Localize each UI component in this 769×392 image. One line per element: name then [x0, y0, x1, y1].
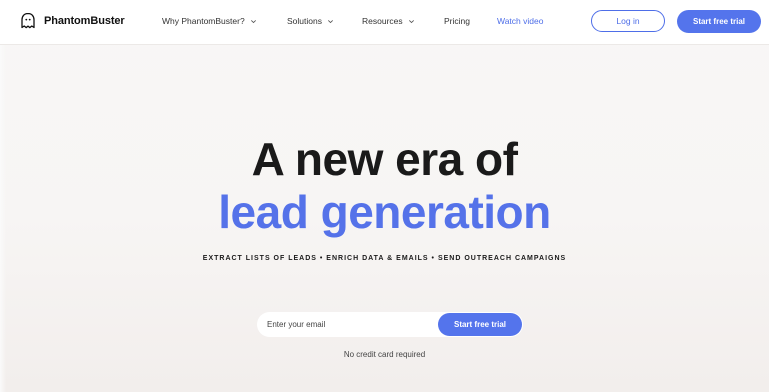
nav-why-phantombuster-label: Why PhantomBuster? — [162, 16, 245, 26]
chevron-down-icon — [250, 19, 256, 23]
nav-solutions-label: Solutions — [287, 16, 322, 26]
brand-logo[interactable]: PhantomBuster — [20, 12, 125, 30]
chevron-down-icon — [408, 19, 414, 23]
nav-solutions[interactable]: Solutions — [287, 16, 334, 26]
login-button[interactable]: Log in — [591, 10, 665, 32]
nav-pricing-label: Pricing — [444, 16, 470, 26]
nav-resources-label: Resources — [362, 16, 403, 26]
top-navbar: PhantomBuster Why PhantomBuster? Solutio… — [0, 0, 769, 45]
brand-name: PhantomBuster — [44, 15, 125, 27]
nav-start-free-trial-button[interactable]: Start free trial — [677, 10, 761, 33]
email-signup-form: Start free trial — [257, 312, 523, 337]
no-credit-card-note: No credit card required — [343, 350, 426, 359]
chevron-down-icon — [327, 19, 333, 23]
hero-title-line2: lead generation — [218, 186, 551, 238]
hero-tagline: EXTRACT LISTS OF LEADS • ENRICH DATA & E… — [202, 255, 567, 262]
hero-start-free-trial-button[interactable]: Start free trial — [438, 313, 522, 336]
hero-title-line1: A new era of — [251, 133, 518, 185]
nav-why-phantombuster[interactable]: Why PhantomBuster? — [162, 16, 257, 26]
nav-watch-video[interactable]: Watch video — [497, 16, 543, 26]
nav-resources[interactable]: Resources — [362, 16, 415, 26]
nav-pricing[interactable]: Pricing — [444, 16, 470, 26]
page: PhantomBuster Why PhantomBuster? Solutio… — [0, 0, 769, 392]
nav-watch-video-label: Watch video — [497, 16, 544, 26]
email-input[interactable] — [257, 312, 437, 337]
phantom-ghost-icon — [21, 12, 35, 29]
